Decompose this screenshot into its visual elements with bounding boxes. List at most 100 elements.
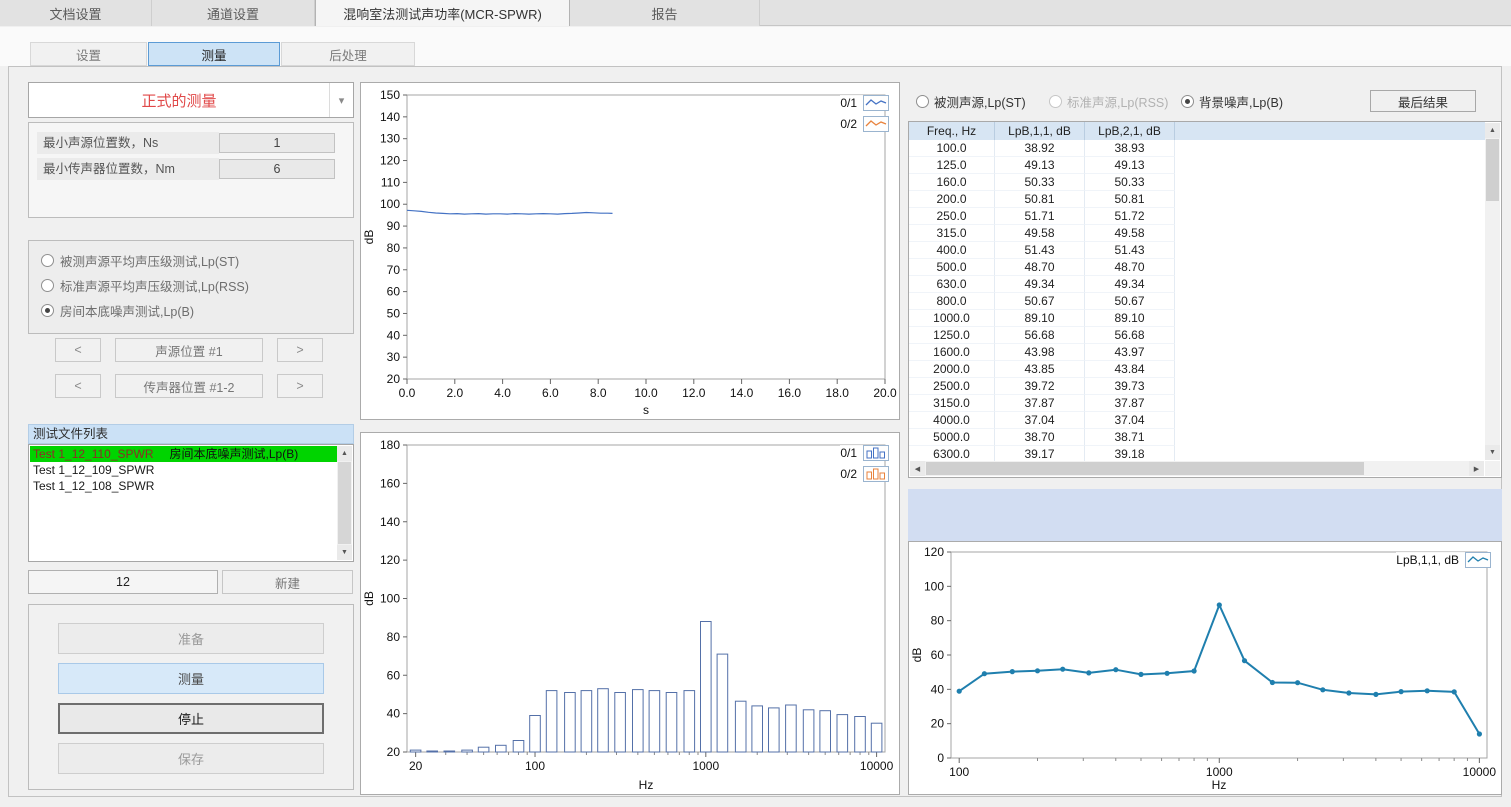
table-row[interactable]: 250.051.7151.72 [909, 208, 1485, 225]
file-list-item[interactable]: Test 1_12_110_SPWR房间本底噪声测试,Lp(B) [30, 446, 337, 462]
table-row[interactable]: 6300.039.1739.18 [909, 446, 1485, 461]
file-list-scrollbar[interactable]: ▲ ▼ [337, 446, 352, 560]
table-row[interactable]: 400.051.4351.43 [909, 242, 1485, 259]
tab-1[interactable]: 文档设置 [0, 0, 152, 26]
scroll-up-icon[interactable]: ▲ [337, 446, 352, 461]
table-cell: 38.70 [995, 429, 1085, 446]
svg-text:s: s [643, 403, 649, 417]
scrollbar-thumb[interactable] [338, 462, 351, 544]
test-type-option[interactable]: 被测声源平均声压级测试,Lp(ST) [41, 252, 341, 268]
table-cell: 800.0 [909, 293, 995, 310]
subtab-2[interactable]: 测量 [148, 42, 280, 66]
column-header[interactable]: LpB,1,1, dB [995, 122, 1085, 140]
table-row[interactable]: 5000.038.7038.71 [909, 429, 1485, 446]
table-cell: 50.33 [1085, 174, 1175, 191]
table-vertical-scrollbar[interactable]: ▲ ▼ [1485, 123, 1500, 460]
table-row[interactable]: 160.050.3350.33 [909, 174, 1485, 191]
test-type-option[interactable]: 标准声源平均声压级测试,Lp(RSS) [41, 277, 341, 293]
parameter-label: 最小声源位置数，Ns [37, 132, 219, 154]
table-row[interactable]: 125.049.1349.13 [909, 157, 1485, 174]
table-cell-filler [1175, 276, 1485, 293]
file-list-item[interactable]: Test 1_12_109_SPWR [30, 462, 337, 478]
svg-text:10000: 10000 [860, 759, 894, 773]
svg-text:100: 100 [924, 579, 944, 593]
table-cell-filler [1175, 412, 1485, 429]
svg-text:2.0: 2.0 [446, 386, 463, 400]
table-row[interactable]: 1250.056.6856.68 [909, 327, 1485, 344]
new-file-button[interactable]: 新建 [222, 570, 353, 594]
table-row[interactable]: 3150.037.8737.87 [909, 395, 1485, 412]
legend-item: 0/1 [840, 95, 889, 111]
table-row[interactable]: 1600.043.9843.97 [909, 344, 1485, 361]
position-prev-button[interactable]: < [55, 338, 101, 362]
position-label-button[interactable]: 声源位置 #1 [115, 338, 263, 362]
tab-3[interactable]: 混响室法测试声功率(MCR-SPWR) [315, 0, 570, 26]
position-next-button[interactable]: > [277, 338, 323, 362]
table-row[interactable]: 4000.037.0437.04 [909, 412, 1485, 429]
measure-button[interactable]: 测量 [58, 663, 324, 694]
svg-text:Hz: Hz [639, 778, 654, 792]
svg-text:70: 70 [387, 263, 401, 277]
scroll-down-icon[interactable]: ▼ [337, 545, 352, 560]
stop-button[interactable]: 停止 [58, 703, 324, 734]
table-row[interactable]: 800.050.6750.67 [909, 293, 1485, 310]
position-next-button[interactable]: > [277, 374, 323, 398]
file-number-field[interactable]: 12 [28, 570, 218, 594]
table-row[interactable]: 2000.043.8543.84 [909, 361, 1485, 378]
source-radio-option[interactable]: 被测声源,Lp(ST) [916, 92, 1026, 111]
scroll-left-icon[interactable]: ◀ [910, 461, 925, 476]
svg-text:50: 50 [387, 306, 401, 320]
table-row[interactable]: 630.049.3449.34 [909, 276, 1485, 293]
legend-label: 0/1 [840, 446, 857, 460]
svg-text:0: 0 [937, 751, 944, 765]
test-type-group: 被测声源平均声压级测试,Lp(ST) 标准声源平均声压级测试,Lp(RSS) 房间本… [28, 240, 354, 334]
subtab-3[interactable]: 后处理 [281, 42, 415, 66]
table-cell: 50.67 [995, 293, 1085, 310]
table-horizontal-scrollbar[interactable]: ◀ ▶ [910, 461, 1484, 476]
table-row[interactable]: 200.050.8150.81 [909, 191, 1485, 208]
table-cell: 43.98 [995, 344, 1085, 361]
scroll-up-icon[interactable]: ▲ [1485, 123, 1500, 138]
file-listbox[interactable]: Test 1_12_110_SPWR房间本底噪声测试,Lp(B)Test 1_1… [28, 444, 354, 562]
table-row[interactable]: 315.049.5849.58 [909, 225, 1485, 242]
tab-4[interactable]: 报告 [570, 0, 760, 26]
measure-mode-dropdown[interactable]: 正式的测量 ▾ [28, 82, 354, 118]
legend-label: 0/2 [840, 117, 857, 131]
svg-text:6.0: 6.0 [542, 386, 559, 400]
table-row[interactable]: 1000.089.1089.10 [909, 310, 1485, 327]
save-button[interactable]: 保存 [58, 743, 324, 774]
table-cell-filler [1175, 378, 1485, 395]
scrollbar-thumb[interactable] [926, 462, 1364, 475]
tab-2[interactable]: 通道设置 [152, 0, 315, 26]
table-row[interactable]: 500.048.7048.70 [909, 259, 1485, 276]
table-row[interactable]: 2500.039.7239.73 [909, 378, 1485, 395]
svg-text:100: 100 [380, 592, 400, 606]
file-name: Test 1_12_110_SPWR [33, 447, 154, 461]
position-prev-button[interactable]: < [55, 374, 101, 398]
position-label-button[interactable]: 传声器位置 #1-2 [115, 374, 263, 398]
subtab-1[interactable]: 设置 [30, 42, 147, 66]
legend-label: LpB,1,1, dB [1396, 553, 1459, 567]
table-cell: 2000.0 [909, 361, 995, 378]
scroll-right-icon[interactable]: ▶ [1469, 461, 1484, 476]
source-radio-option[interactable]: 背景噪声,Lp(B) [1181, 92, 1283, 111]
prepare-button[interactable]: 准备 [58, 623, 324, 654]
test-type-option[interactable]: 房间本底噪声测试,Lp(B) [41, 302, 341, 318]
final-result-button[interactable]: 最后结果 [1370, 90, 1476, 112]
scrollbar-thumb[interactable] [1486, 139, 1499, 201]
file-list-item[interactable]: Test 1_12_108_SPWR [30, 478, 337, 494]
svg-text:120: 120 [924, 545, 944, 559]
table-cell-filler [1175, 157, 1485, 174]
parameter-value-field[interactable]: 1 [219, 133, 335, 153]
column-header-filler [1175, 122, 1485, 140]
line-series-icon [863, 95, 889, 111]
chevron-down-icon[interactable]: ▾ [329, 83, 353, 117]
parameter-value-field[interactable]: 6 [219, 159, 335, 179]
source-radio-option[interactable]: 标准声源,Lp(RSS) [1049, 92, 1168, 111]
column-header[interactable]: Freq., Hz [909, 122, 995, 140]
table-row[interactable]: 100.038.9238.93 [909, 140, 1485, 157]
table-body: 100.038.9238.93125.049.1349.13160.050.33… [909, 140, 1485, 461]
column-header[interactable]: LpB,2,1, dB [1085, 122, 1175, 140]
table-cell: 38.71 [1085, 429, 1175, 446]
scroll-down-icon[interactable]: ▼ [1485, 445, 1500, 460]
